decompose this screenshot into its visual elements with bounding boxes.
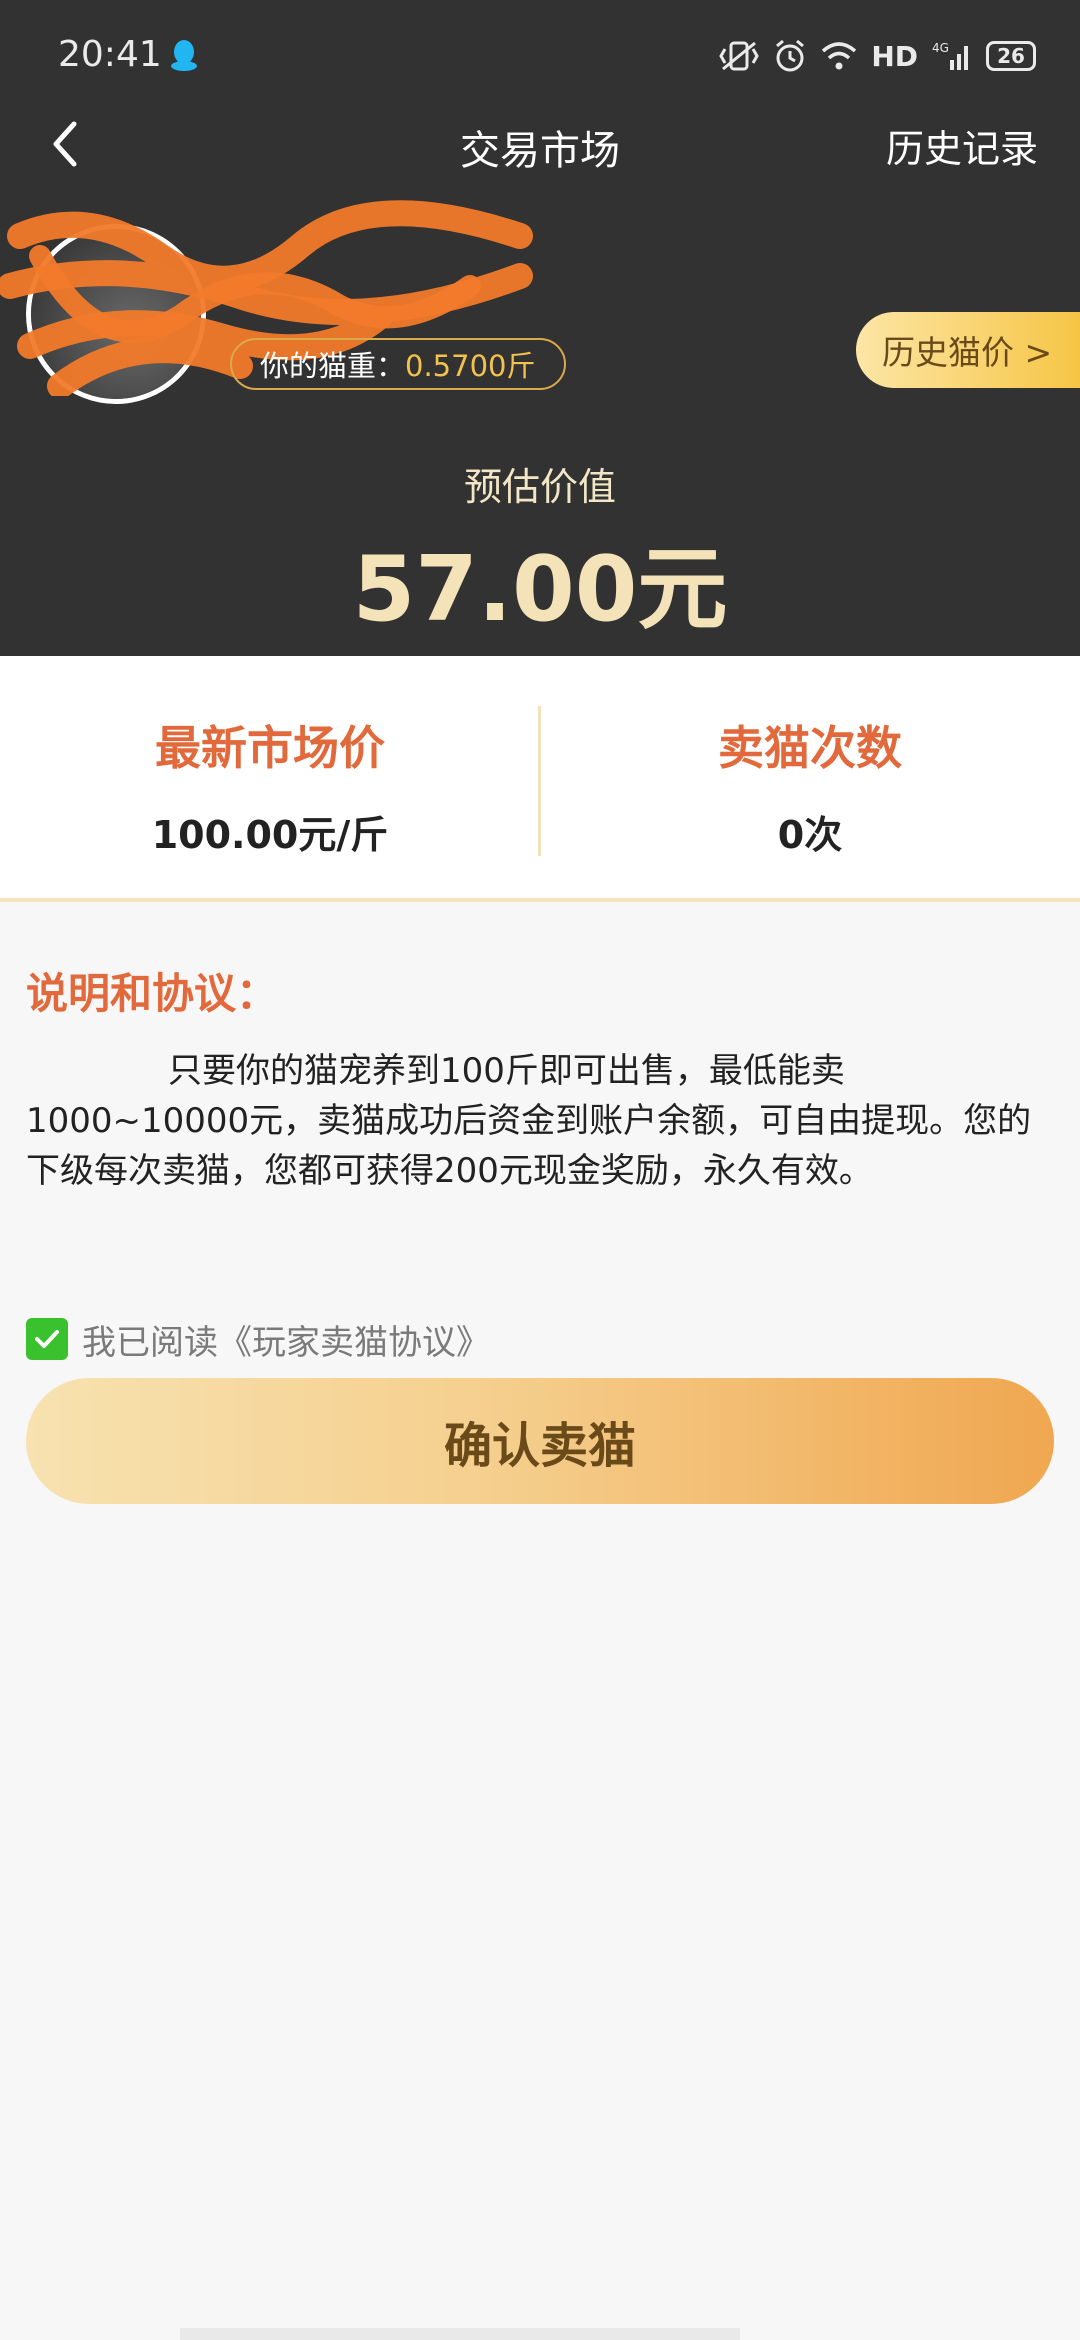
market-price-value: 100.00元/斤	[151, 813, 389, 857]
agreement-checkbox[interactable]	[26, 1318, 68, 1360]
check-icon	[35, 1330, 59, 1348]
sell-count-label: 卖猫次数	[718, 721, 902, 775]
battery-icon: 26	[986, 41, 1036, 71]
sell-count-stat: 卖猫次数 0次	[540, 656, 1080, 902]
history-record-link[interactable]: 历史记录	[886, 118, 1038, 173]
cat-weight-label: 你的猫重：	[260, 349, 406, 383]
agreement-row[interactable]: 我已阅读《玩家卖猫协议》	[26, 1318, 490, 1363]
qq-icon	[171, 40, 197, 71]
status-time: 20:41	[58, 34, 162, 75]
history-cat-price-button[interactable]: 历史猫价 >	[856, 312, 1080, 388]
stats-panel: 最新市场价 100.00元/斤 卖猫次数 0次	[0, 656, 1080, 902]
sell-count-value: 0次	[777, 813, 843, 857]
description-text: 只要你的猫宠养到100斤即可出售，最低能卖1000~10000元，卖猫成功后资金…	[26, 1051, 1032, 1191]
status-bar: 20:41 HD 4G 26	[0, 0, 1080, 112]
header-panel: 20:41 HD 4G 26 交易市场 历史记录 你的猫重： 0.5700斤 历…	[0, 0, 1080, 656]
cat-weight-badge: 你的猫重： 0.5700斤	[230, 338, 566, 390]
bottom-strip	[180, 2328, 740, 2340]
estimate-label: 预估价值	[463, 465, 616, 509]
alarm-icon	[776, 39, 805, 72]
agreement-text[interactable]: 我已阅读《玩家卖猫协议》	[82, 1315, 490, 1364]
description-title: 说明和协议：	[26, 969, 279, 1018]
market-price-stat: 最新市场价 100.00元/斤	[0, 656, 540, 902]
network-label: HD	[871, 39, 918, 73]
estimate-value: 57.00元	[352, 537, 728, 642]
signal-4g-icon: 4G	[932, 41, 968, 70]
status-icons: HD 4G 26	[719, 36, 1036, 76]
svg-text:4G: 4G	[932, 41, 949, 55]
wifi-icon	[822, 42, 857, 70]
vibrate-icon	[719, 41, 760, 71]
nav-bar: 交易市场 历史记录	[0, 112, 1080, 174]
confirm-sell-button[interactable]: 确认卖猫	[26, 1378, 1054, 1504]
market-price-label: 最新市场价	[155, 721, 385, 775]
cat-weight-value: 0.5700斤	[405, 349, 536, 383]
